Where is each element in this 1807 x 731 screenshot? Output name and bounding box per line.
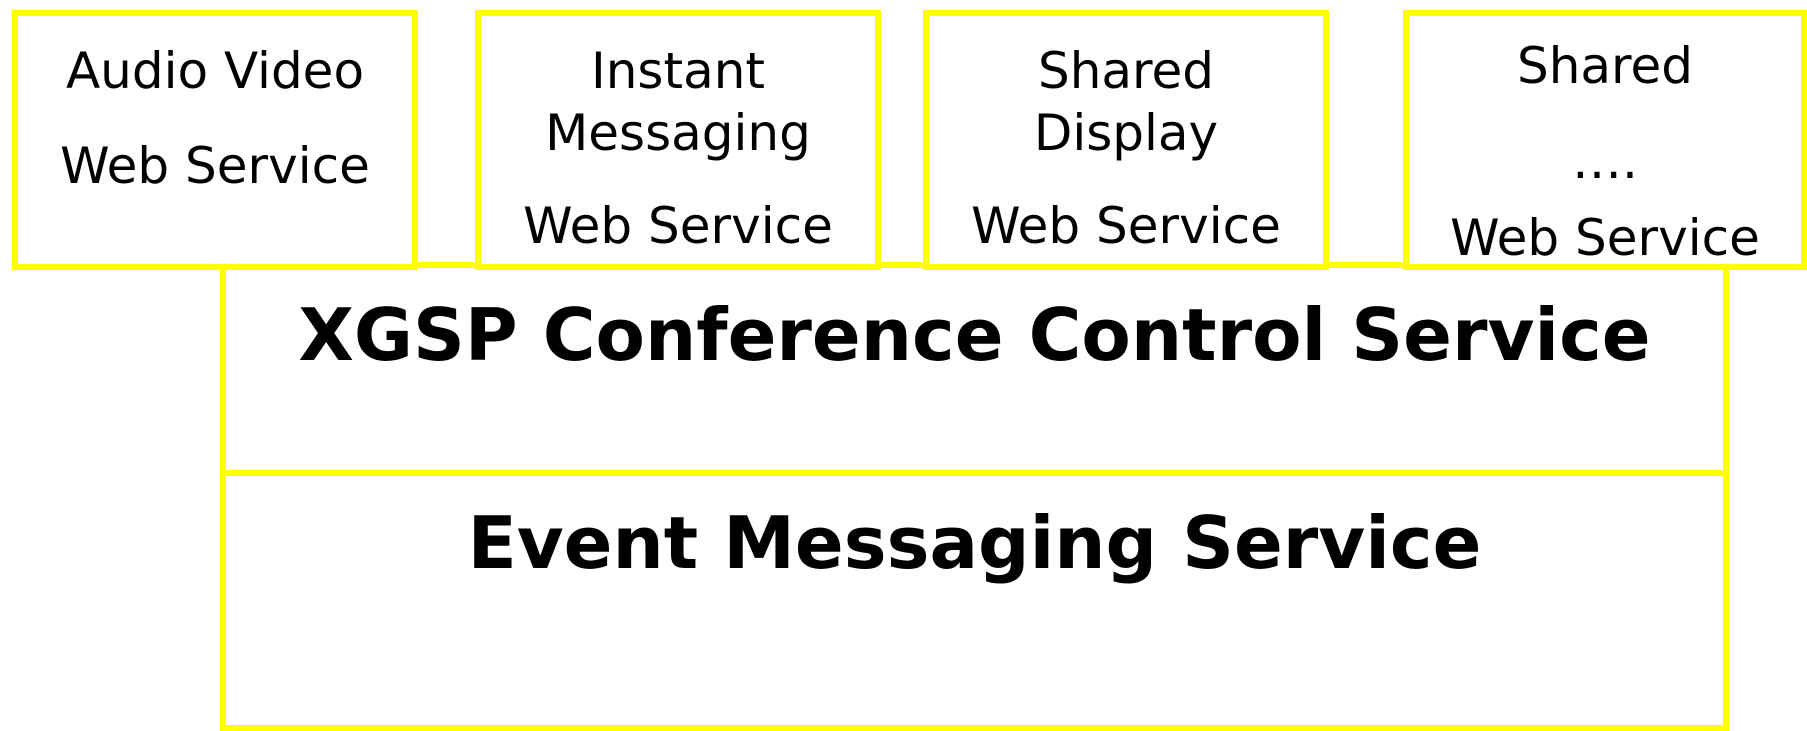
service-label-line: Web Service	[971, 197, 1281, 255]
service-label-line: Audio Video	[65, 42, 365, 100]
shared-other-service-box: Shared …. Web Service	[1403, 10, 1807, 270]
instant-messaging-service-box: Instant Messaging Web Service	[475, 10, 881, 270]
conference-control-layer: XGSP Conference Control Service	[220, 262, 1729, 476]
service-label-line: Shared	[1037, 42, 1215, 100]
service-label-line: ….	[1572, 132, 1638, 190]
service-label-line: Shared	[1516, 37, 1694, 95]
audio-video-service-box: Audio Video Web Service	[12, 10, 418, 270]
shared-display-service-box: Shared Display Web Service	[923, 10, 1329, 270]
event-messaging-title: Event Messaging Service	[467, 501, 1482, 585]
service-label-line: Web Service	[1450, 209, 1760, 267]
service-label-line: Web Service	[60, 137, 370, 195]
service-label-line: Display	[1033, 104, 1219, 162]
service-label-line: Web Service	[523, 197, 833, 255]
service-label-line: Messaging	[545, 104, 811, 162]
event-messaging-layer: Event Messaging Service	[220, 470, 1729, 731]
service-label-line: Instant	[590, 42, 766, 100]
conference-control-title: XGSP Conference Control Service	[298, 293, 1651, 377]
